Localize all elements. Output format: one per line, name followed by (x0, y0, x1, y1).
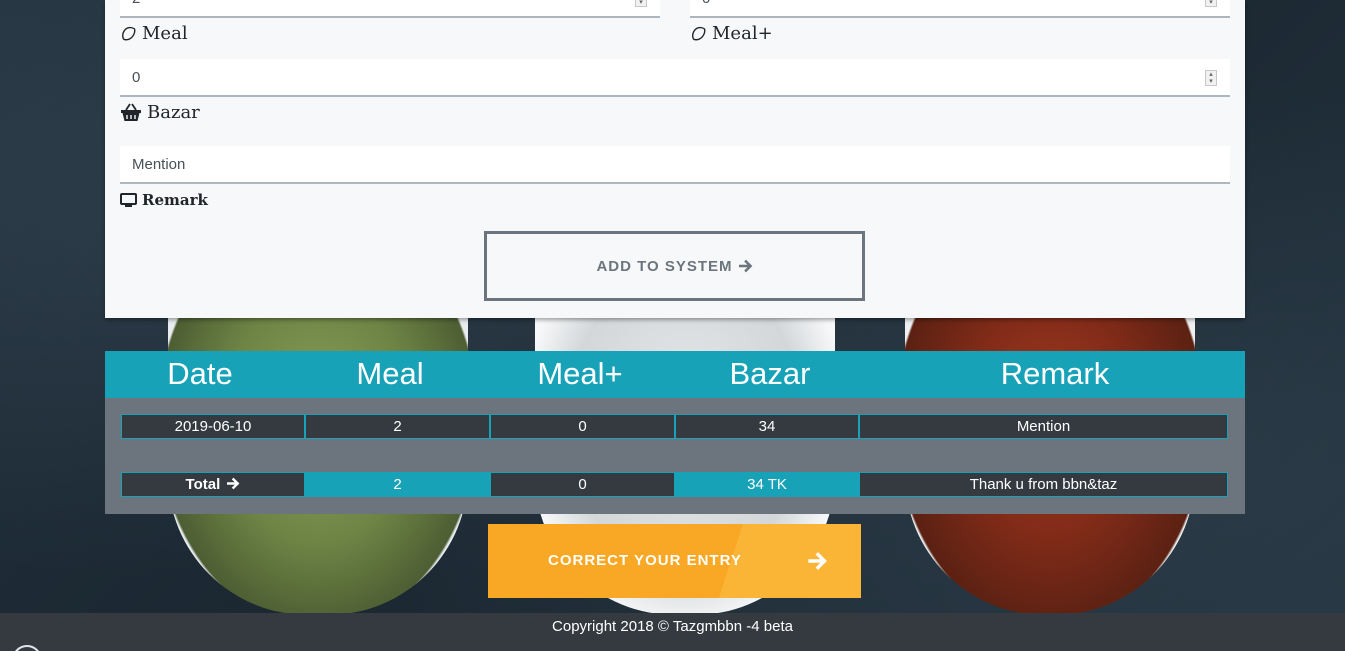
remark-label: Remark (120, 191, 208, 209)
header-meal-plus: Meal+ (537, 356, 623, 391)
meal-plus-input-spinner[interactable]: ▴▾ (1205, 0, 1217, 7)
total-label-cell: Total (121, 472, 305, 497)
bazar-input[interactable]: 0 ▴ ▾ (120, 59, 1230, 97)
arrow-right-icon (808, 552, 827, 570)
arrow-right-icon (227, 477, 240, 490)
total-meal-plus: 0 (490, 472, 675, 497)
remark-label-text: Remark (142, 191, 208, 209)
table-body: 2019-06-10 2 0 34 Mention Total 2 0 34 T… (105, 398, 1245, 514)
remark-input-placeholder: Mention (132, 156, 186, 173)
total-bazar: 34 TK (675, 472, 859, 497)
remark-input[interactable]: Mention (120, 146, 1230, 184)
add-to-system-button-label: ADD TO SYSTEM (596, 257, 733, 275)
bazar-label: Bazar (120, 102, 200, 123)
meal-input-spinner[interactable]: ▴▾ (635, 0, 647, 7)
meal-label: Meal (120, 23, 188, 44)
row-date: 2019-06-10 (121, 414, 305, 439)
meal-input-value: 2 (132, 0, 140, 7)
entry-form-card: 2 ▴▾ 0 ▴▾ Meal Meal+ 0 ▴▾ Bazar Mention (105, 0, 1245, 318)
correct-entry-button-label: CORRECT YOUR ENTRY (548, 552, 742, 569)
table-header: Date Meal Meal+ Bazar Remark (105, 351, 1245, 398)
meal-input[interactable]: 2 ▴▾ (120, 0, 660, 18)
meal-plus-label: Meal+ (690, 23, 773, 44)
header-date: Date (167, 356, 233, 391)
correct-entry-button[interactable]: CORRECT YOUR ENTRY (488, 524, 861, 598)
header-bazar: Bazar (729, 356, 811, 391)
total-remark: Thank u from bbn&taz (859, 472, 1228, 497)
bazar-label-text: Bazar (147, 102, 200, 123)
meal-plus-label-text: Meal+ (712, 23, 773, 44)
meal-plus-input-value: 0 (702, 0, 710, 7)
row-bazar: 34 (675, 414, 859, 439)
row-meal: 2 (305, 414, 490, 439)
lemon-icon (692, 26, 706, 40)
basket-icon (121, 103, 141, 121)
add-to-system-button[interactable]: ADD TO SYSTEM (484, 231, 865, 301)
arrow-right-icon (738, 259, 752, 273)
row-meal-plus: 0 (490, 414, 675, 439)
meal-plus-input[interactable]: 0 ▴▾ (690, 0, 1230, 18)
copyright-text: Copyright 2018 © Tazgmbbn -4 beta (552, 618, 793, 635)
lemon-icon (122, 26, 136, 40)
header-meal: Meal (356, 356, 424, 391)
bazar-input-value: 0 (132, 69, 141, 86)
total-label: Total (185, 476, 221, 493)
total-meal: 2 (305, 472, 490, 497)
header-remark: Remark (1000, 356, 1110, 391)
meal-label-text: Meal (142, 23, 188, 44)
row-remark: Mention (859, 414, 1228, 439)
desktop-icon (120, 192, 137, 207)
footer: Copyright 2018 © Tazgmbbn -4 beta (0, 613, 1345, 651)
bazar-input-spinner[interactable]: ▴ ▾ (1205, 70, 1217, 86)
